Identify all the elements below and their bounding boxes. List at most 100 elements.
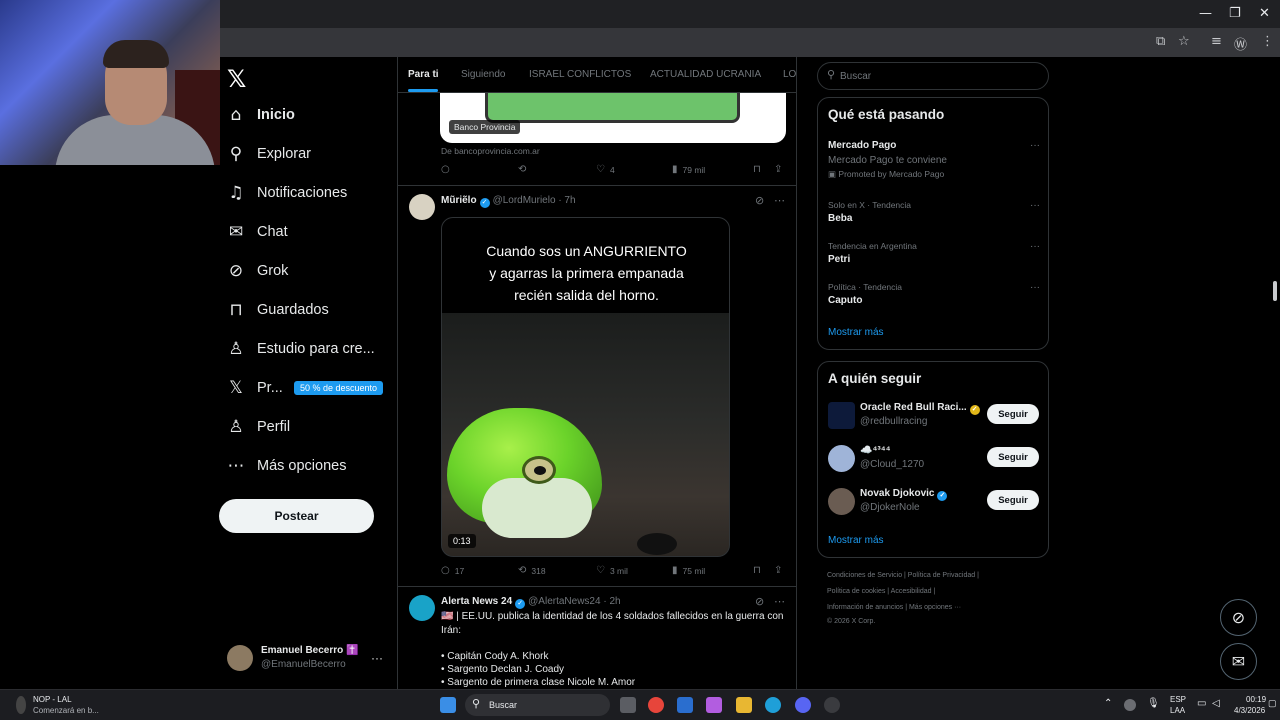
link-card-image[interactable] bbox=[440, 93, 786, 143]
network-icon[interactable]: ▭ bbox=[1197, 698, 1206, 709]
share-button[interactable]: ⇪ bbox=[774, 164, 782, 175]
author-handle[interactable]: @LordMurielo bbox=[493, 195, 556, 206]
follow-suggestion[interactable]: Novak Djokovic ✓ @DjokerNole Seguir bbox=[828, 486, 1040, 516]
follow-suggestion[interactable]: ☁️⁴³⁴⁴ @Cloud_1270 Seguir bbox=[828, 443, 1040, 473]
extension-icon[interactable]: Ⓦ bbox=[1234, 34, 1247, 53]
nav-item-inicio[interactable]: ⌂ Inicio bbox=[219, 97, 397, 133]
media-title[interactable]: NOP - LAL bbox=[33, 695, 72, 704]
tab-siguiendo[interactable]: Siguiendo bbox=[461, 69, 505, 80]
tab-more[interactable]: LO bbox=[783, 69, 796, 80]
copilot-icon[interactable] bbox=[706, 697, 722, 713]
media-app-icon[interactable] bbox=[16, 696, 26, 714]
tab-para-ti[interactable]: Para ti bbox=[408, 69, 439, 80]
nav-item-grok[interactable]: ⊘ Grok bbox=[219, 253, 397, 289]
card-source[interactable]: De bancoprovincia.com.ar bbox=[441, 146, 540, 156]
author-name[interactable]: Mũriẽlo bbox=[441, 195, 477, 206]
repost-button[interactable]: ⟲ 318 bbox=[518, 565, 546, 576]
follow-button[interactable]: Seguir bbox=[987, 490, 1039, 510]
footer-links[interactable]: Información de anuncios | Más opciones ·… bbox=[827, 604, 1047, 611]
repost-button[interactable]: ⟲ bbox=[518, 164, 531, 175]
video-player[interactable]: Cuando sos un ANGURRIENTO y agarras la p… bbox=[441, 217, 730, 557]
follow-suggestion[interactable]: Oracle Red Bull Raci... ✓ @redbullracing … bbox=[828, 400, 1040, 430]
nav-item-perfil[interactable]: ♙ Perfil bbox=[219, 409, 397, 445]
follow-button[interactable]: Seguir bbox=[987, 404, 1039, 424]
trend-item[interactable]: Tendencia en Argentina Petri ··· bbox=[828, 241, 1040, 265]
nav-item-explorar[interactable]: ⚲ Explorar bbox=[219, 136, 397, 172]
trend-item[interactable]: Política · Tendencia Caputo ··· bbox=[828, 282, 1040, 306]
microphone-icon[interactable]: 🎙 bbox=[1147, 698, 1160, 709]
grok-analyze-icon[interactable]: ⊘ bbox=[755, 595, 764, 608]
windows-start-icon[interactable] bbox=[440, 697, 456, 713]
nav-item-guardados[interactable]: ⊓ Guardados bbox=[219, 292, 397, 328]
promoted-trend[interactable]: Mercado Pago Mercado Pago te conviene ▣ … bbox=[828, 140, 1040, 180]
tweet-more-icon[interactable]: ⋯ bbox=[774, 595, 785, 608]
notifications-icon[interactable]: ▢ bbox=[1268, 698, 1277, 709]
nav-item-estudio[interactable]: ♙ Estudio para cre... bbox=[219, 331, 397, 367]
search-input[interactable]: ⚲ Buscar bbox=[817, 62, 1049, 90]
grok-analyze-icon[interactable]: ⊘ bbox=[755, 194, 764, 207]
task-view-icon[interactable] bbox=[620, 697, 636, 713]
restore-button[interactable]: ❐ bbox=[1229, 6, 1241, 21]
clock-date[interactable]: 4/3/2026 bbox=[1234, 706, 1265, 715]
tab-actualidad-ucrania[interactable]: ACTUALIDAD UCRANIA bbox=[650, 69, 761, 80]
views-button[interactable]: ▮ 79 mil bbox=[672, 164, 705, 175]
tweet-divider bbox=[398, 185, 796, 186]
author-name[interactable]: Alerta News 24 bbox=[441, 596, 512, 607]
discord-icon[interactable] bbox=[795, 697, 811, 713]
close-window-button[interactable]: ✕ bbox=[1259, 6, 1270, 21]
install-app-icon[interactable]: ⧉ bbox=[1156, 34, 1165, 49]
clock-time[interactable]: 00:19 bbox=[1246, 695, 1266, 704]
nav-item-mas-opciones[interactable]: ⋯ Más opciones bbox=[219, 448, 397, 484]
file-explorer-icon[interactable] bbox=[736, 697, 752, 713]
app-icon[interactable] bbox=[824, 697, 840, 713]
bookmark-button[interactable]: ⊓ bbox=[753, 565, 761, 576]
x-logo-icon[interactable]: 𝕏 bbox=[227, 65, 246, 93]
account-more-icon[interactable]: ··· bbox=[371, 651, 383, 665]
bookmark-button[interactable]: ⊓ bbox=[753, 164, 761, 175]
reply-button[interactable]: ○ 17 bbox=[441, 565, 464, 576]
tray-app-icon[interactable] bbox=[1124, 699, 1136, 711]
trend-more-icon[interactable]: ··· bbox=[1030, 282, 1040, 293]
nav-item-notificaciones[interactable]: ♫ Notificaciones bbox=[219, 175, 397, 211]
post-button[interactable]: Postear bbox=[219, 499, 374, 533]
keyboard-layout[interactable]: LAA bbox=[1170, 706, 1185, 715]
tweet-time[interactable]: · 7h bbox=[558, 195, 575, 206]
follow-show-more[interactable]: Mostrar más bbox=[828, 535, 884, 546]
avatar[interactable] bbox=[409, 595, 435, 621]
like-button[interactable]: ♡ 4 bbox=[596, 164, 615, 175]
footer-links[interactable]: Política de cookies | Accesibilidad | bbox=[827, 588, 1047, 595]
trend-more-icon[interactable]: ··· bbox=[1030, 140, 1040, 151]
grok-fab-icon[interactable]: ⊘ bbox=[1220, 599, 1257, 636]
author-handle[interactable]: @AlertaNews24 bbox=[528, 596, 600, 607]
tab-israel-conflictos[interactable]: ISRAEL CONFLICTOS bbox=[529, 69, 631, 80]
avatar[interactable] bbox=[409, 194, 435, 220]
trends-show-more[interactable]: Mostrar más bbox=[828, 327, 884, 338]
reading-list-icon[interactable]: ≡ bbox=[1211, 34, 1222, 49]
trend-more-icon[interactable]: ··· bbox=[1030, 200, 1040, 211]
share-button[interactable]: ⇪ bbox=[774, 565, 782, 576]
volume-icon[interactable]: ◁ bbox=[1212, 698, 1220, 709]
trend-more-icon[interactable]: ··· bbox=[1030, 241, 1040, 252]
views-button[interactable]: ▮ 75 mil bbox=[672, 565, 705, 576]
like-button[interactable]: ♡ 3 mil bbox=[596, 565, 628, 576]
trend-item[interactable]: Solo en X · Tendencia Beba ··· bbox=[828, 200, 1040, 224]
nav-item-premium[interactable]: 𝕏 Pr... 50 % de descuento bbox=[219, 370, 397, 406]
page-scrollbar[interactable] bbox=[1273, 281, 1277, 301]
edge-icon[interactable] bbox=[765, 697, 781, 713]
follow-button[interactable]: Seguir bbox=[987, 447, 1039, 467]
messages-fab-icon[interactable]: ✉ bbox=[1220, 643, 1257, 680]
language-indicator[interactable]: ESP bbox=[1170, 695, 1186, 704]
footer-links[interactable]: Condiciones de Servicio | Política de Pr… bbox=[827, 572, 1047, 579]
nav-item-chat[interactable]: ✉ Chat bbox=[219, 214, 397, 250]
reply-button[interactable]: ○ bbox=[441, 164, 455, 175]
account-switcher[interactable]: Emanuel Becerro ✝️ @EmanuelBecerro ··· bbox=[227, 643, 397, 673]
taskbar-search[interactable]: ⚲ Buscar bbox=[465, 694, 610, 716]
browser-menu-icon[interactable]: ⋮ bbox=[1261, 34, 1274, 49]
outlook-icon[interactable] bbox=[677, 697, 693, 713]
bookmark-star-icon[interactable]: ☆ bbox=[1178, 34, 1190, 49]
tweet-more-icon[interactable]: ⋯ bbox=[774, 194, 785, 207]
tweet-time[interactable]: · 2h bbox=[603, 596, 620, 607]
minimize-button[interactable]: — bbox=[1199, 6, 1212, 21]
tray-chevron-icon[interactable]: ⌃ bbox=[1104, 698, 1112, 709]
chrome-icon[interactable] bbox=[648, 697, 664, 713]
